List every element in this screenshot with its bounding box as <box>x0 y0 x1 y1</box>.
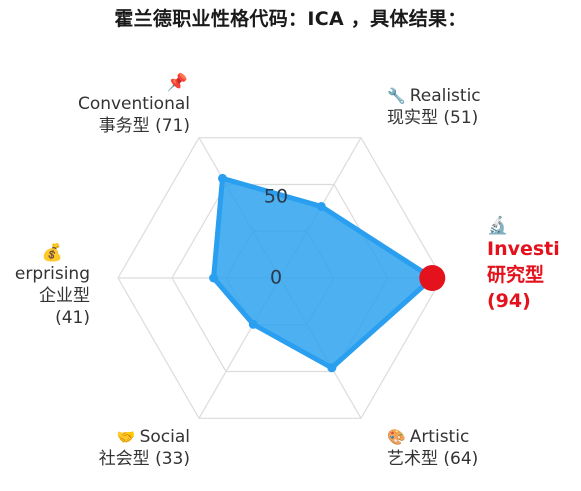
axis-label-zh: 社会型 <box>98 449 150 469</box>
radar-area <box>209 173 446 373</box>
data-point-A <box>327 363 337 373</box>
data-point-E <box>209 273 219 283</box>
data-point-I <box>419 265 446 291</box>
microscope-icon: 🔬 <box>487 216 509 236</box>
axis-label-conventional: 📌 Conventional 事务型 (71) <box>78 73 190 137</box>
axis-label-en: Conventional <box>77 94 190 114</box>
data-point-R <box>316 201 326 211</box>
data-point-C <box>217 173 227 183</box>
axis-label-value: (51) <box>443 108 479 128</box>
pushpin-icon: 📌 <box>166 73 188 93</box>
axis-label-zh: 艺术型 <box>387 449 438 469</box>
palette-icon: 🎨 <box>387 428 406 446</box>
axis-label-enterprising: 💰 erprising 企业型 (41) <box>15 243 90 329</box>
axis-label-en: Investi <box>487 238 560 260</box>
axis-label-realistic: 🔧 Realistic 现实型 (51) <box>387 85 481 129</box>
axis-label-investigative: 🔬 Investi 研究型 (94) <box>487 216 560 314</box>
axis-label-value: (94) <box>487 290 531 312</box>
axis-label-en: Social <box>139 427 190 447</box>
tick-label: 50 <box>264 186 288 208</box>
axis-label-artistic: 🎨 Artistic 艺术型 (64) <box>387 426 478 470</box>
axis-label-value: (33) <box>155 449 190 469</box>
money-bag-icon: 💰 <box>41 243 64 263</box>
axis-label-en: Realistic <box>409 86 481 106</box>
tick-label: 0 <box>270 267 282 289</box>
data-point-S <box>248 319 258 329</box>
axis-label-en: erprising <box>14 264 90 284</box>
axis-label-zh: 企业型 <box>39 286 90 306</box>
axis-label-zh: 现实型 <box>387 108 438 128</box>
axis-label-value: (71) <box>155 116 190 136</box>
wrench-icon: 🔧 <box>387 87 406 105</box>
axis-label-social: 🤝 Social 社会型 (33) <box>99 426 190 470</box>
axis-label-value: (41) <box>55 308 90 328</box>
handshake-icon: 🤝 <box>116 428 136 446</box>
axis-label-en: Artistic <box>409 427 470 447</box>
axis-label-zh: 事务型 <box>98 116 150 136</box>
axis-label-value: (64) <box>443 449 479 469</box>
axis-label-zh: 研究型 <box>487 264 545 286</box>
